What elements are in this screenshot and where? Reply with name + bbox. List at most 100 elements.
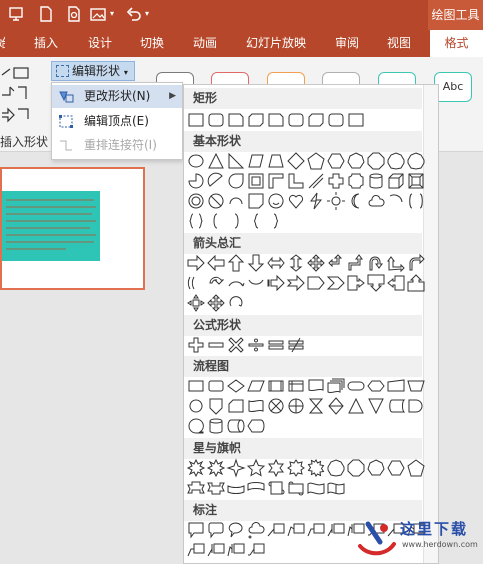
shape-style-swatch-abc[interactable]: Abc — [434, 72, 472, 102]
udarr-shape-icon[interactable] — [287, 254, 305, 272]
rect-shape-icon[interactable] — [347, 111, 365, 129]
star5-shape-icon[interactable] — [246, 458, 266, 477]
mult-shape-icon[interactable] — [227, 336, 245, 354]
notched-r-shape-icon[interactable] — [286, 274, 305, 292]
shape-gallery-mini-icon[interactable] — [0, 65, 44, 127]
tab-start-partial[interactable]: 始 — [0, 30, 5, 57]
hex-shape-icon[interactable] — [387, 459, 405, 477]
moon-shape-icon[interactable] — [347, 192, 365, 210]
chevron-shape-icon[interactable] — [326, 274, 345, 292]
larr-shape-icon[interactable] — [207, 254, 225, 272]
frame-shape-icon[interactable] — [247, 172, 265, 190]
edit-shape-button[interactable]: 编辑形状 ▾ — [51, 61, 135, 81]
quad-shape-icon[interactable] — [207, 294, 225, 312]
line-call2-shape-icon[interactable] — [287, 521, 305, 539]
lup-arr-shape-icon[interactable] — [387, 254, 405, 273]
curv-rib-shape-icon[interactable] — [227, 479, 245, 497]
cloud-call-shape-icon[interactable] — [247, 521, 265, 539]
circ-arr-shape-icon[interactable] — [207, 274, 225, 292]
seq-access-shape-icon[interactable] — [187, 417, 205, 435]
undo-icon[interactable] — [126, 6, 142, 22]
multi-doc-shape-icon[interactable] — [327, 377, 345, 395]
line-call3-shape-icon[interactable] — [307, 521, 325, 539]
pent-shape-icon[interactable] — [407, 459, 425, 477]
plaque-shape-icon[interactable] — [347, 172, 365, 190]
star6-shape-icon[interactable] — [267, 458, 285, 478]
rarr-shape-icon[interactable] — [187, 254, 205, 272]
neq-shape-icon[interactable] — [287, 336, 305, 354]
tab-format[interactable]: 格式 — [430, 30, 483, 57]
exp8-shape-icon[interactable] — [186, 458, 206, 478]
rbrace-shape-icon[interactable] — [267, 212, 285, 230]
manual-shape-icon[interactable] — [387, 377, 405, 395]
data-shape-icon[interactable] — [247, 377, 265, 395]
para-shape-icon[interactable] — [247, 152, 265, 170]
oct-shape-icon[interactable] — [367, 152, 385, 170]
tab-view[interactable]: 视图 — [387, 30, 411, 57]
striped-r-shape-icon[interactable] — [267, 274, 285, 292]
extract-shape-icon[interactable] — [347, 397, 365, 415]
tab-insert[interactable]: 插入 — [34, 30, 58, 57]
tape-shape-icon[interactable] — [247, 397, 265, 415]
acc-call2-shape-icon[interactable] — [227, 541, 245, 559]
tab-transitions[interactable]: 切换 — [140, 30, 164, 57]
donut-shape-icon[interactable] — [187, 192, 205, 210]
display-shape-icon[interactable] — [247, 417, 265, 435]
lrarr-shape-icon[interactable] — [267, 254, 285, 272]
pie-shape-icon[interactable] — [187, 172, 205, 190]
int-store-shape-icon[interactable] — [287, 377, 305, 395]
new-file-icon[interactable] — [38, 6, 54, 22]
lbrack-shape-icon[interactable] — [207, 212, 225, 230]
slide-thumbnail[interactable] — [0, 167, 145, 290]
cube-shape-icon[interactable] — [387, 172, 405, 190]
no-sym-shape-icon[interactable] — [207, 192, 225, 210]
diamond-shape-icon[interactable] — [287, 152, 305, 170]
sum-junc-shape-icon[interactable] — [267, 397, 285, 415]
rrect-shape-icon[interactable] — [207, 111, 225, 129]
print-preview-icon[interactable] — [66, 6, 82, 22]
tab-review[interactable]: 审阅 — [335, 30, 359, 57]
oct-shape-icon[interactable] — [347, 459, 365, 477]
rrect-shape-icon[interactable] — [287, 111, 305, 129]
tear-shape-icon[interactable] — [227, 172, 245, 190]
star4-shape-icon[interactable] — [226, 458, 246, 478]
snip-shape-icon[interactable] — [227, 111, 245, 129]
half-shape-icon[interactable] — [267, 172, 285, 190]
ribbon-shape-icon[interactable] — [187, 479, 205, 497]
tab-slideshow[interactable]: 幻灯片放映 — [246, 30, 306, 57]
menu-item-change-shape[interactable]: 更改形状(N) ▶ — [52, 85, 182, 108]
dec-shape-icon[interactable] — [407, 152, 425, 170]
alt-proc-shape-icon[interactable] — [207, 377, 225, 395]
selected-textbox[interactable] — [2, 191, 100, 261]
line-call3-shape-icon[interactable] — [187, 541, 205, 559]
card-shape-icon[interactable] — [227, 397, 245, 415]
doc-shape-icon[interactable] — [307, 377, 325, 395]
bracket-pair-shape-icon[interactable] — [407, 192, 425, 210]
term-shape-icon[interactable] — [347, 377, 365, 395]
curv-d-shape-icon[interactable] — [227, 274, 245, 292]
rtri-shape-icon[interactable] — [227, 152, 245, 170]
chord-shape-icon[interactable] — [207, 172, 225, 190]
direct-shape-icon[interactable] — [227, 417, 245, 435]
arc2-shape-icon[interactable] — [387, 192, 405, 210]
snip2-shape-icon[interactable] — [307, 111, 325, 129]
vscroll-shape-icon[interactable] — [267, 479, 285, 497]
mag-disk-shape-icon[interactable] — [207, 417, 225, 435]
curv-rib2-shape-icon[interactable] — [247, 479, 265, 497]
dec-shape-icon[interactable] — [387, 152, 405, 170]
eq-shape-icon[interactable] — [267, 336, 285, 354]
arc-shape-icon[interactable] — [227, 192, 245, 210]
man-op-shape-icon[interactable] — [407, 377, 425, 395]
quad-call-shape-icon[interactable] — [187, 294, 205, 312]
qat-dropdown-icon[interactable]: ▾ — [110, 9, 126, 25]
trap-shape-icon[interactable] — [267, 152, 285, 170]
delay-shape-icon[interactable] — [407, 397, 425, 415]
darr-shape-icon[interactable] — [247, 254, 265, 272]
circle-arr-shape-icon[interactable] — [227, 294, 245, 312]
snip2-shape-icon[interactable] — [247, 111, 265, 129]
bolt-shape-icon[interactable] — [307, 192, 325, 210]
plus-shape-icon[interactable] — [187, 336, 205, 354]
brace-pair-shape-icon[interactable] — [187, 212, 205, 230]
bord-call-shape-icon[interactable] — [247, 541, 265, 559]
curv-r-shape-icon[interactable] — [187, 274, 205, 292]
